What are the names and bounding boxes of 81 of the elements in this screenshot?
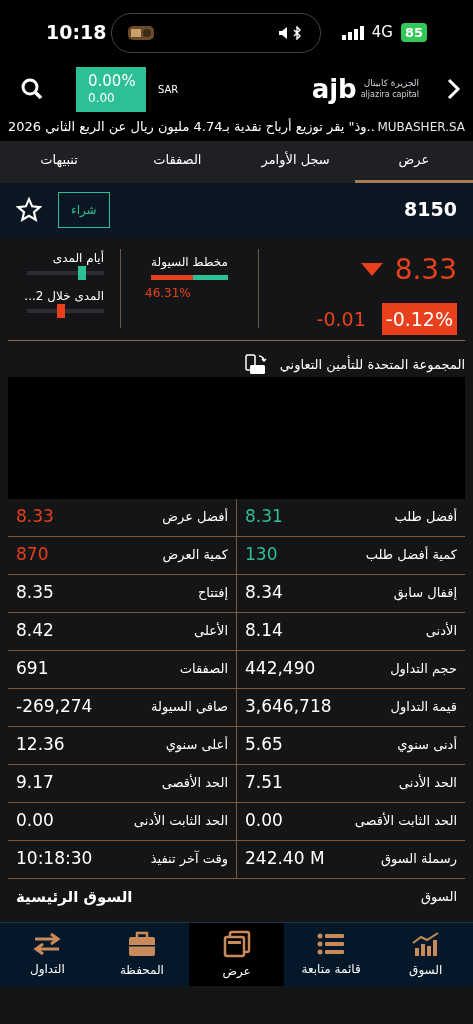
field-label: كمية العرض: [162, 546, 228, 565]
company-name: المجموعة المتحدة للتأمين التعاوني: [279, 354, 465, 375]
buy-button[interactable]: شراء: [58, 191, 110, 228]
index-change: 0.00%: [88, 72, 134, 91]
signal-icon: [341, 25, 364, 40]
field-value: 442,490: [245, 657, 316, 681]
liquidity-reading: 46.31%: [145, 284, 191, 302]
change-percent: -0.12%: [381, 302, 457, 335]
field-label: إقفال سابق: [393, 584, 457, 603]
stock-symbol: 8150: [404, 197, 457, 223]
field-value: 0.00: [245, 809, 283, 833]
field-label: أدنى سنوي: [397, 735, 457, 755]
range-label: المدى خلال 2...: [24, 287, 104, 305]
field-value: 5.65: [245, 733, 283, 757]
tab[interactable]: الصفقات: [118, 140, 237, 183]
field-label: قيمة التداول: [390, 698, 457, 717]
nav-item[interactable]: قائمة متابعة: [283, 923, 379, 986]
nav-item[interactable]: عرض: [189, 923, 284, 986]
field-value: 8.42: [16, 619, 54, 643]
field-value: 3,646,718: [245, 695, 332, 719]
field-value: 8.14: [245, 619, 283, 643]
field-label: السوق: [421, 888, 457, 907]
field-label: إفتتاح: [197, 584, 228, 603]
liquidity-title: مخطط السيولة: [151, 253, 228, 271]
field-value: 8.33: [16, 505, 54, 529]
field-label: رسملة السوق: [380, 850, 457, 869]
field-value: 691: [16, 657, 49, 681]
field-label: كمية أفضل طلب: [365, 545, 457, 565]
field-value: 870: [16, 543, 49, 567]
field-value: -269,274: [16, 695, 93, 719]
list-icon: [317, 931, 346, 956]
price-change: -0.01: [316, 306, 366, 332]
news-headline[interactable]: ..وذ" يقر توزيع أرباح نقدية بـ4.74 مليون ريال عن الربع الثاني 2026: [8, 117, 375, 137]
logo-name-ar: الجزيرة كابيتال: [363, 78, 419, 90]
last-price: 8.33: [394, 251, 457, 288]
field-label: الحد الثابت الأدنى: [133, 811, 228, 831]
bar-chart-icon: [410, 930, 441, 957]
field-label: الأعلى: [194, 621, 228, 641]
range-label: أيام المدى: [51, 249, 104, 267]
field-value: 7.51: [245, 771, 283, 795]
star-icon[interactable]: [16, 196, 42, 223]
logo-name-en: aljazira capital: [360, 89, 419, 100]
field-label: الحد الأدنى: [398, 773, 457, 793]
briefcase-icon: [127, 930, 156, 957]
field-label: الأدنى: [425, 621, 457, 641]
field-label: صافي السيولة: [151, 698, 228, 717]
field-label: وقت آخر تنفيذ: [150, 849, 228, 869]
field-label: أفضل طلب: [394, 507, 457, 527]
field-label: الحد الأقصى: [161, 773, 228, 793]
rotate-device-icon[interactable]: [243, 352, 268, 377]
field-value: 130: [245, 543, 278, 567]
status-time: 10:18: [46, 20, 107, 46]
network-label: 4G: [371, 22, 393, 44]
swap-arrows-icon: [33, 931, 62, 956]
field-value: 9.17: [16, 771, 54, 795]
windows-icon: [222, 929, 251, 958]
tab[interactable]: تنبيهات: [0, 140, 119, 183]
field-value: السوق الرئيسية: [16, 886, 133, 908]
field-label: أعلى سنوي: [165, 735, 228, 755]
field-label: الصفقات: [179, 660, 228, 679]
nav-item[interactable]: السوق: [378, 923, 473, 986]
field-label: حجم التداول: [390, 660, 457, 679]
field-value: 242.40 M: [245, 847, 325, 871]
nav-item[interactable]: التداول: [0, 923, 95, 986]
nav-item[interactable]: المحفظة: [94, 923, 190, 986]
currency-label: SAR: [158, 82, 179, 97]
field-value: 8.34: [245, 581, 283, 605]
tab[interactable]: سجل الأوامر: [236, 140, 355, 183]
field-value: 0.00: [16, 809, 54, 833]
index-points: 0.00: [88, 90, 116, 106]
field-value: 8.31: [245, 505, 283, 529]
search-icon[interactable]: [20, 77, 44, 101]
battery-indicator: 85: [400, 22, 427, 43]
logo-mark: ajb: [311, 76, 357, 102]
news-source: MUBASHER.SA: [377, 118, 465, 136]
chevron-right-icon[interactable]: [447, 78, 461, 100]
field-label: الحد الثابت الأقصى: [354, 811, 457, 831]
field-value: 8.35: [16, 581, 54, 605]
field-value: 10:18:30: [16, 847, 93, 871]
field-label: أفضل عرض: [162, 507, 228, 527]
field-value: 12.36: [16, 733, 65, 757]
